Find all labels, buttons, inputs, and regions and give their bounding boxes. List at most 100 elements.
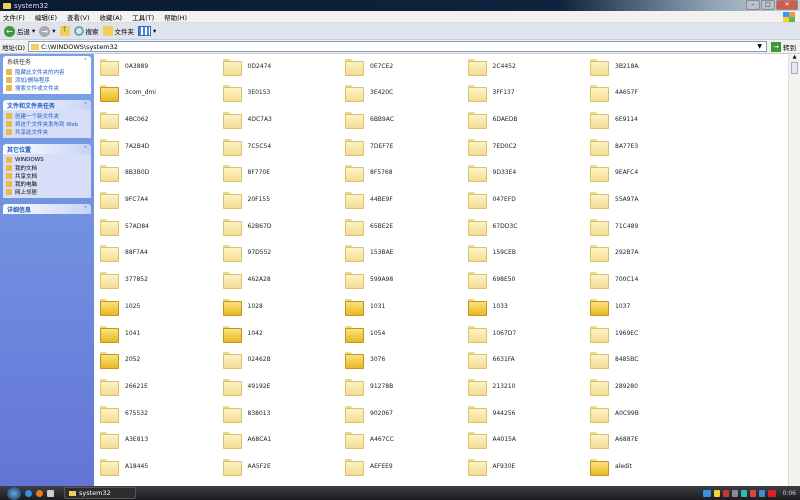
chevron-down-icon[interactable]: ˅ (84, 206, 87, 213)
scroll-thumb[interactable] (791, 62, 798, 74)
folder-item[interactable]: 6DAEDB (467, 109, 517, 129)
panel-link[interactable]: 我的电脑 (6, 180, 88, 188)
folder-item[interactable]: 2C4452 (467, 56, 516, 76)
vertical-scrollbar[interactable]: ▲ (788, 54, 800, 486)
folder-item[interactable]: 159CEB (467, 243, 516, 263)
folder-item[interactable]: 3E420C (345, 83, 393, 103)
folder-item[interactable]: 7C5C54 (222, 136, 271, 156)
folder-item[interactable]: 902067 (345, 403, 393, 423)
menu-favorites[interactable]: 收藏(A) (100, 12, 123, 22)
folder-item[interactable]: 9D33E4 (467, 163, 516, 183)
folder-item[interactable]: 1969EC (590, 323, 638, 343)
antivirus-icon[interactable] (767, 489, 776, 497)
views-button[interactable]: ▾ (138, 26, 156, 36)
menu-tools[interactable]: 工具(T) (132, 12, 154, 22)
forward-button[interactable]: → ▾ (39, 25, 56, 37)
menu-help[interactable]: 帮助(H) (164, 12, 187, 22)
folder-item[interactable]: 9FC7A4 (100, 190, 148, 210)
folder-item[interactable]: 944256 (467, 403, 515, 423)
folder-item[interactable]: 4BC062 (100, 109, 148, 129)
chevron-down-icon[interactable]: ▼ (757, 43, 762, 50)
minimize-button[interactable]: – (746, 0, 760, 10)
panel-header[interactable]: 系统任务 ˄ (3, 56, 91, 66)
folder-item[interactable]: 8F770E (222, 163, 270, 183)
folders-button[interactable]: 文件夹 (102, 26, 134, 36)
folder-item[interactable]: 047EFD (467, 190, 516, 210)
folder-item[interactable]: 1037 (590, 296, 630, 316)
close-button[interactable]: ✕ (776, 0, 798, 10)
folder-item[interactable]: 4DC7A3 (222, 109, 272, 129)
folder-item[interactable]: 57AD84 (100, 216, 149, 236)
folder-item[interactable]: 0E7CE2 (345, 56, 393, 76)
folder-item[interactable]: 292B7A (590, 243, 639, 263)
folder-item[interactable]: A3E813 (100, 430, 148, 450)
trash-icon[interactable] (47, 489, 54, 497)
folder-item[interactable]: 1028 (222, 296, 263, 316)
folder-item[interactable]: 6E9114 (590, 109, 638, 129)
folder-item[interactable]: 67DD3C (467, 216, 517, 236)
panel-link[interactable]: 搜索文件或文件夹 (6, 84, 88, 92)
folder-item[interactable]: 377852 (100, 270, 148, 290)
folder-item[interactable]: 675532 (100, 403, 148, 423)
folder-item[interactable]: 7ED0C2 (467, 136, 517, 156)
folder-item[interactable]: 7A2B4D (100, 136, 149, 156)
firefox-icon[interactable] (36, 489, 43, 497)
folder-item[interactable]: AA5F2E (222, 457, 271, 477)
back-button[interactable]: ← 后退 ▾ (4, 25, 35, 37)
folder-item[interactable]: 02462B (222, 350, 271, 370)
panel-link[interactable]: 创建一个新文件夹 (6, 112, 88, 120)
chevron-up-icon[interactable]: ˄ (84, 146, 87, 153)
up-button[interactable]: ↑ (59, 26, 70, 36)
panel-header[interactable]: 文件和文件夹任务 ˄ (3, 100, 91, 110)
folder-item[interactable]: 3E0153 (222, 83, 270, 103)
chevron-up-icon[interactable]: ˄ (84, 102, 87, 109)
panel-link[interactable]: 我的文档 (6, 164, 88, 172)
folder-item[interactable]: 91278B (345, 376, 393, 396)
folder-item[interactable]: 838013 (222, 403, 270, 423)
menu-view[interactable]: 查看(V) (67, 12, 90, 22)
folder-item[interactable]: 698E50 (467, 270, 515, 290)
chevron-down-icon[interactable]: ▾ (32, 27, 35, 35)
folder-item[interactable]: A18445 (100, 457, 148, 477)
folder-item[interactable]: 6631FA (467, 350, 515, 370)
folder-item[interactable]: 26621E (100, 376, 148, 396)
security-icon[interactable] (722, 489, 729, 497)
volume-icon[interactable] (749, 489, 756, 497)
folder-item[interactable]: 8B3B0D (100, 163, 149, 183)
folder-item[interactable]: 20F155 (222, 190, 270, 210)
folder-item[interactable]: 1054 (345, 323, 385, 343)
folder-item[interactable]: 6BB9AC (345, 109, 394, 129)
folder-item[interactable]: A68CA1 (222, 430, 271, 450)
scroll-up-icon[interactable]: ▲ (789, 54, 800, 62)
folder-item[interactable]: 153BAE (345, 243, 393, 263)
folder-item[interactable]: aledit (590, 457, 632, 477)
folder-item[interactable]: 88F7A4 (100, 243, 148, 263)
folder-item[interactable]: 289280 (590, 376, 638, 396)
go-button[interactable]: → 转到 (767, 41, 800, 52)
panel-link[interactable]: 共享文档 (6, 172, 88, 180)
panel-link[interactable]: WINDOWS (6, 156, 88, 164)
folder-item[interactable]: A467CC (345, 430, 394, 450)
folder-item[interactable]: 3FF137 (467, 83, 515, 103)
start-button[interactable] (7, 486, 21, 500)
taskbar-button-system32[interactable]: system32 (64, 487, 136, 499)
folder-item[interactable]: 65BE2E (345, 216, 393, 236)
folder-item[interactable]: 1067D7 (467, 323, 516, 343)
menu-edit[interactable]: 编辑(E) (35, 12, 57, 22)
folder-item[interactable]: 49192E (222, 376, 270, 396)
network-icon[interactable] (731, 489, 738, 497)
folder-item[interactable]: 9EAFC4 (590, 163, 638, 183)
address-input[interactable]: C:\WINDOWS\system32 ▼ (28, 41, 767, 52)
panel-link[interactable]: 共享此文件夹 (6, 128, 88, 136)
folder-item[interactable]: 8F5768 (345, 163, 393, 183)
folder-item[interactable]: 1033 (467, 296, 508, 316)
folder-item[interactable]: AEFEE9 (345, 457, 393, 477)
folder-item[interactable]: 55A97A (590, 190, 638, 210)
app-icon[interactable] (740, 489, 747, 497)
folder-item[interactable]: 2052 (100, 350, 140, 370)
folder-item[interactable]: 0D2474 (222, 56, 271, 76)
folder-item[interactable]: 71C489 (590, 216, 638, 236)
folder-item[interactable]: 8A77E3 (590, 136, 638, 156)
panel-header[interactable]: 其它位置 ˄ (3, 144, 91, 154)
folder-item[interactable]: 1041 (100, 323, 140, 343)
